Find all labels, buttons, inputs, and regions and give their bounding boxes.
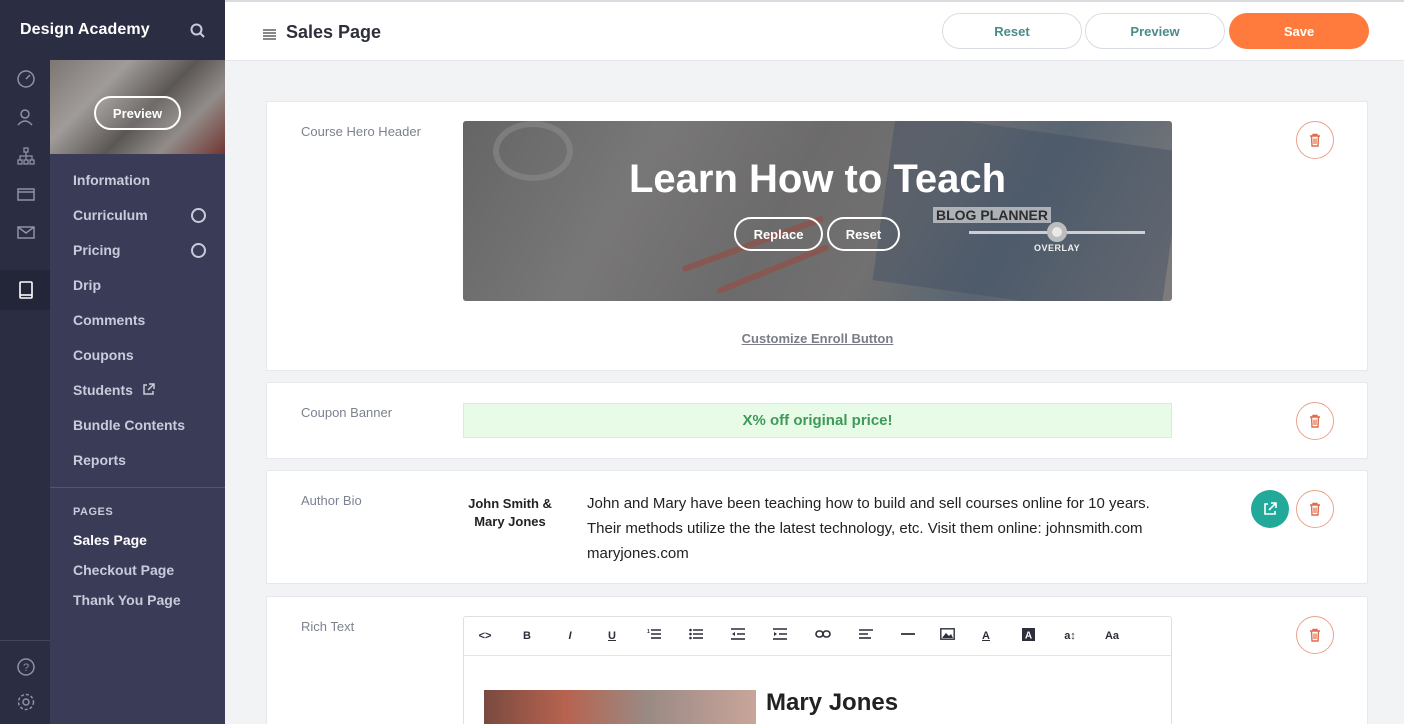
indent-icon[interactable] (770, 628, 790, 644)
course-panel: Preview Information Curriculum Pricing D… (50, 60, 225, 724)
page-title: Sales Page (286, 22, 382, 42)
svg-text:1: 1 (647, 629, 650, 635)
users-icon[interactable] (15, 106, 37, 128)
panel-divider (50, 487, 225, 488)
text-color-icon[interactable]: A (976, 628, 996, 644)
help-icon[interactable]: ? (15, 656, 37, 678)
author-name-line1: John Smith & (468, 496, 552, 511)
ordered-list-icon[interactable]: 1 (644, 628, 664, 644)
nav-item-curriculum[interactable]: Curriculum (73, 207, 148, 223)
overlay-label: OVERLAY (1034, 243, 1081, 253)
pricing-status-circle-icon (191, 243, 206, 258)
align-left-icon[interactable] (856, 628, 876, 644)
icon-rail: ? (0, 0, 50, 724)
delete-section-button[interactable] (1296, 402, 1334, 440)
outdent-icon[interactable] (728, 628, 748, 644)
code-view-button[interactable]: <> (475, 628, 495, 644)
svg-text:?: ? (23, 662, 29, 674)
delete-section-button[interactable] (1296, 490, 1334, 528)
author-names: John Smith & Mary Jones (465, 495, 555, 531)
nav-item-comments[interactable]: Comments (73, 312, 145, 328)
delete-section-button[interactable] (1296, 121, 1334, 159)
background-color-icon[interactable]: A (1018, 628, 1038, 644)
reset-image-button[interactable]: Reset (827, 217, 900, 251)
page-item-checkout-page[interactable]: Checkout Page (73, 562, 174, 578)
rich-text-card: Rich Text <> B I U 1 A A a↕ Aa Mary Jone… (266, 596, 1368, 724)
reset-button[interactable]: Reset (942, 13, 1082, 49)
curriculum-status-circle-icon (191, 208, 206, 223)
nav-item-students[interactable]: Students (73, 382, 155, 399)
card-label: Rich Text (301, 619, 355, 634)
coupon-banner[interactable]: X% off original price! (463, 403, 1172, 438)
rich-text-editor[interactable]: <> B I U 1 A A a↕ Aa Mary Jones (463, 616, 1172, 724)
course-book-icon[interactable] (15, 279, 37, 301)
svg-text:A: A (1024, 631, 1031, 642)
coupon-banner-card: Coupon Banner X% off original price! (266, 382, 1368, 459)
font-family-button[interactable]: Aa (1102, 628, 1122, 644)
author-bio-text[interactable]: John and Mary have been teaching how to … (587, 491, 1157, 566)
overlay-slider-handle[interactable] (1047, 222, 1067, 242)
italic-button[interactable]: I (560, 628, 580, 644)
image-icon[interactable] (937, 628, 957, 644)
external-link-icon (1264, 502, 1277, 515)
delete-section-button[interactable] (1296, 616, 1334, 654)
trash-icon (1310, 414, 1320, 428)
dashboard-icon[interactable] (15, 67, 37, 89)
sitemap-icon[interactable] (15, 145, 37, 167)
hero-title[interactable]: Learn How to Teach (463, 157, 1172, 202)
nav-item-coupons[interactable]: Coupons (73, 347, 134, 363)
pages-heading: PAGES (73, 506, 114, 518)
nav-item-reports[interactable]: Reports (73, 452, 126, 468)
horizontal-rule-icon[interactable] (898, 628, 918, 644)
save-button[interactable]: Save (1229, 13, 1369, 49)
editor-heading[interactable]: Mary Jones (766, 689, 898, 717)
trash-icon (1310, 628, 1320, 642)
settings-gear-icon[interactable] (15, 691, 37, 713)
bold-button[interactable]: B (517, 628, 537, 644)
trash-icon (1310, 133, 1320, 147)
trash-icon (1310, 502, 1320, 516)
top-bar: Sales Page Reset Preview Save (225, 0, 1404, 61)
editor-toolbar: <> B I U 1 A A a↕ Aa (464, 617, 1171, 656)
course-hero-header-card: Course Hero Header BLOG PLANNER Learn Ho… (266, 101, 1368, 371)
customize-enroll-link-row: Customize Enroll Button (267, 331, 1369, 346)
thumbnail-preview-button[interactable]: Preview (94, 96, 181, 130)
brand-name[interactable]: Design Academy (20, 21, 150, 39)
page-item-thank-you-page[interactable]: Thank You Page (73, 592, 181, 608)
card-label: Course Hero Header (301, 124, 421, 139)
author-bio-card: Author Bio John Smith & Mary Jones John … (266, 470, 1368, 584)
nav-item-students-label: Students (73, 382, 133, 398)
rail-divider (0, 640, 50, 641)
nav-item-pricing[interactable]: Pricing (73, 242, 120, 258)
brand-bar: Design Academy (0, 0, 225, 60)
mail-icon[interactable] (15, 221, 37, 243)
open-external-button[interactable] (1251, 490, 1289, 528)
page-item-sales-page[interactable]: Sales Page (73, 532, 147, 548)
customize-enroll-button-link[interactable]: Customize Enroll Button (463, 331, 1172, 346)
search-icon[interactable] (189, 22, 207, 40)
external-link-icon (142, 383, 155, 399)
underline-button[interactable]: U (602, 628, 622, 644)
course-thumbnail: Preview (50, 60, 225, 154)
preview-button[interactable]: Preview (1085, 13, 1225, 49)
nav-item-information[interactable]: Information (73, 172, 150, 188)
font-size-icon[interactable]: a↕ (1060, 628, 1080, 644)
hero-image: BLOG PLANNER Learn How to Teach Replace … (463, 121, 1172, 301)
hero-image-text: BLOG PLANNER (933, 207, 1051, 223)
store-icon[interactable] (15, 182, 37, 204)
nav-item-drip[interactable]: Drip (73, 277, 101, 293)
replace-image-button[interactable]: Replace (734, 217, 823, 251)
card-label: Author Bio (301, 493, 362, 508)
nav-item-bundle-contents[interactable]: Bundle Contents (73, 417, 185, 433)
author-name-line2: Mary Jones (474, 514, 546, 529)
menu-lines-icon (263, 27, 276, 40)
link-icon[interactable] (813, 628, 833, 644)
card-label: Coupon Banner (301, 405, 393, 420)
bullet-list-icon[interactable] (686, 628, 706, 644)
editor-content-image (484, 690, 756, 724)
